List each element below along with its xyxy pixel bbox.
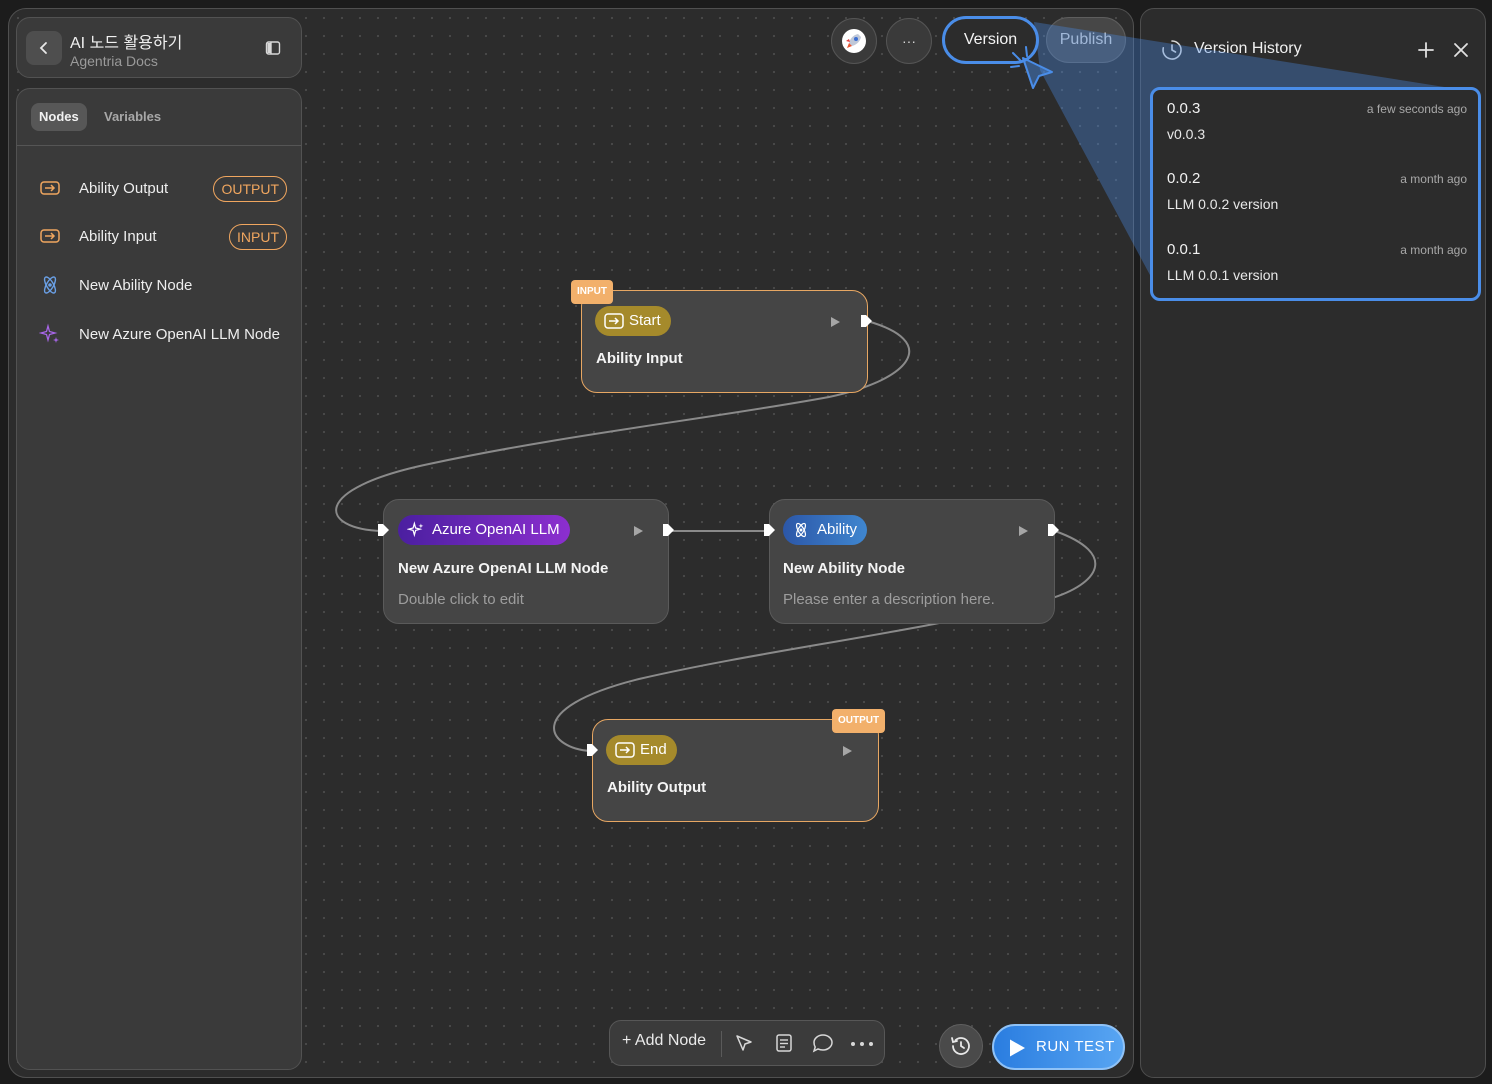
version-item[interactable]: 0.0.3 a few seconds ago v0.0.3 bbox=[1167, 100, 1467, 150]
end-pill-label: End bbox=[640, 741, 667, 758]
rocket-icon bbox=[842, 29, 866, 53]
llm-pill: Azure OpenAI LLM bbox=[398, 515, 570, 545]
version-note: LLM 0.0.1 version bbox=[1167, 267, 1279, 283]
output-port-handle[interactable] bbox=[1046, 523, 1060, 537]
sidebar-item-label: New Azure OpenAI LLM Node bbox=[79, 326, 280, 343]
end-node-title: Ability Output bbox=[607, 779, 707, 796]
atom-icon bbox=[795, 522, 807, 538]
canvas-toolbar: + Add Node bbox=[609, 1020, 885, 1066]
history-icon bbox=[1162, 40, 1182, 60]
version-number: 0.0.3 bbox=[1167, 100, 1201, 117]
end-pill: End bbox=[606, 735, 677, 765]
project-header: AI 노드 활용하기 Agentria Docs bbox=[16, 17, 302, 78]
plus-icon[interactable] bbox=[1417, 41, 1435, 59]
version-number: 0.0.1 bbox=[1167, 241, 1201, 258]
play-icon[interactable] bbox=[632, 525, 644, 537]
sidebar-item-label: Ability Input bbox=[79, 228, 157, 245]
ability-pill-label: Ability bbox=[817, 521, 858, 538]
io-arrow-icon bbox=[615, 742, 635, 758]
llm-node-title: New Azure OpenAI LLM Node bbox=[398, 560, 609, 577]
version-note: LLM 0.0.2 version bbox=[1167, 196, 1279, 212]
version-button[interactable]: Version bbox=[942, 16, 1039, 64]
sidebar-item-new-azure-llm-node[interactable]: New Azure OpenAI LLM Node bbox=[17, 317, 301, 353]
back-button[interactable] bbox=[26, 31, 62, 65]
output-port-handle[interactable] bbox=[859, 314, 873, 328]
output-badge: OUTPUT bbox=[213, 176, 287, 202]
io-arrow-icon bbox=[604, 313, 624, 329]
version-item[interactable]: 0.0.2 a month ago LLM 0.0.2 version bbox=[1167, 170, 1467, 220]
sidebar-item-ability-output[interactable]: Ability Output OUTPUT bbox=[17, 171, 301, 207]
input-tag: INPUT bbox=[571, 280, 613, 304]
atom-icon bbox=[43, 276, 57, 294]
output-port-handle[interactable] bbox=[661, 523, 675, 537]
sparkle-icon bbox=[39, 323, 59, 343]
play-icon bbox=[1010, 1039, 1025, 1057]
node-library-panel: Nodes Variables Ability Output OUTPUT Ab… bbox=[16, 88, 302, 1070]
ability-node-description: Please enter a description here. bbox=[783, 591, 995, 608]
version-time: a few seconds ago bbox=[1366, 102, 1467, 116]
version-item[interactable]: 0.0.1 a month ago LLM 0.0.1 version bbox=[1167, 241, 1467, 291]
sidebar-toggle-icon[interactable] bbox=[265, 40, 281, 61]
history-icon bbox=[951, 1037, 970, 1055]
project-title: AI 노드 활용하기 bbox=[70, 35, 183, 52]
chevron-left-icon bbox=[39, 42, 47, 54]
history-button[interactable] bbox=[939, 1024, 983, 1068]
publish-button[interactable]: Publish bbox=[1046, 17, 1126, 63]
input-badge: INPUT bbox=[229, 224, 287, 250]
play-icon[interactable] bbox=[841, 745, 853, 757]
output-tag: OUTPUT bbox=[832, 709, 886, 733]
sidebar-item-label: New Ability Node bbox=[79, 277, 193, 294]
input-port-handle[interactable] bbox=[585, 743, 599, 757]
pointer-icon[interactable] bbox=[734, 1033, 754, 1053]
close-icon[interactable] bbox=[1453, 42, 1469, 58]
more-options-button[interactable]: ··· bbox=[886, 18, 932, 64]
flow-node-start[interactable]: Start Ability Input bbox=[581, 290, 868, 393]
flow-node-ability[interactable]: Ability New Ability Node Please enter a … bbox=[769, 499, 1055, 624]
start-node-title: Ability Input bbox=[596, 350, 683, 367]
input-port-handle[interactable] bbox=[376, 523, 390, 537]
llm-pill-label: Azure OpenAI LLM bbox=[432, 521, 560, 538]
note-icon[interactable] bbox=[774, 1033, 794, 1053]
io-arrow-icon bbox=[40, 229, 60, 243]
toolbar-divider bbox=[721, 1031, 722, 1057]
add-node-button[interactable]: + Add Node bbox=[622, 1032, 706, 1050]
start-pill-label: Start bbox=[629, 312, 661, 329]
start-pill: Start bbox=[595, 306, 671, 336]
version-list: 0.0.3 a few seconds ago v0.0.3 0.0.2 a m… bbox=[1150, 87, 1481, 301]
deploy-button[interactable] bbox=[831, 18, 877, 64]
input-port-handle[interactable] bbox=[762, 523, 776, 537]
more-dots-icon[interactable] bbox=[850, 1040, 874, 1048]
version-time: a month ago bbox=[1400, 243, 1467, 257]
flow-node-end[interactable]: End Ability Output bbox=[592, 719, 879, 822]
sidebar-item-new-ability-node[interactable]: New Ability Node bbox=[17, 268, 301, 304]
version-note: v0.0.3 bbox=[1167, 126, 1206, 142]
tab-variables[interactable]: Variables bbox=[96, 103, 169, 131]
run-test-label: RUN TEST bbox=[1036, 1038, 1115, 1055]
flow-node-azure-llm[interactable]: Azure OpenAI LLM New Azure OpenAI LLM No… bbox=[383, 499, 669, 624]
ability-node-title: New Ability Node bbox=[783, 560, 905, 577]
project-subtitle: Agentria Docs bbox=[70, 53, 158, 69]
io-arrow-icon bbox=[40, 181, 60, 195]
sparkle-icon bbox=[407, 521, 424, 538]
panel-tabs: Nodes Variables bbox=[17, 89, 301, 146]
ability-pill: Ability bbox=[783, 515, 868, 545]
sidebar-item-ability-input[interactable]: Ability Input INPUT bbox=[17, 219, 301, 255]
llm-node-description: Double click to edit bbox=[398, 591, 524, 608]
play-icon[interactable] bbox=[829, 316, 841, 328]
sidebar-item-label: Ability Output bbox=[79, 180, 169, 197]
version-history-title: Version History bbox=[1194, 40, 1302, 57]
run-test-button[interactable]: RUN TEST bbox=[992, 1024, 1125, 1070]
tab-nodes[interactable]: Nodes bbox=[31, 103, 87, 131]
comment-icon[interactable] bbox=[812, 1033, 834, 1053]
play-icon[interactable] bbox=[1017, 525, 1029, 537]
version-time: a month ago bbox=[1400, 172, 1467, 186]
version-number: 0.0.2 bbox=[1167, 170, 1201, 187]
